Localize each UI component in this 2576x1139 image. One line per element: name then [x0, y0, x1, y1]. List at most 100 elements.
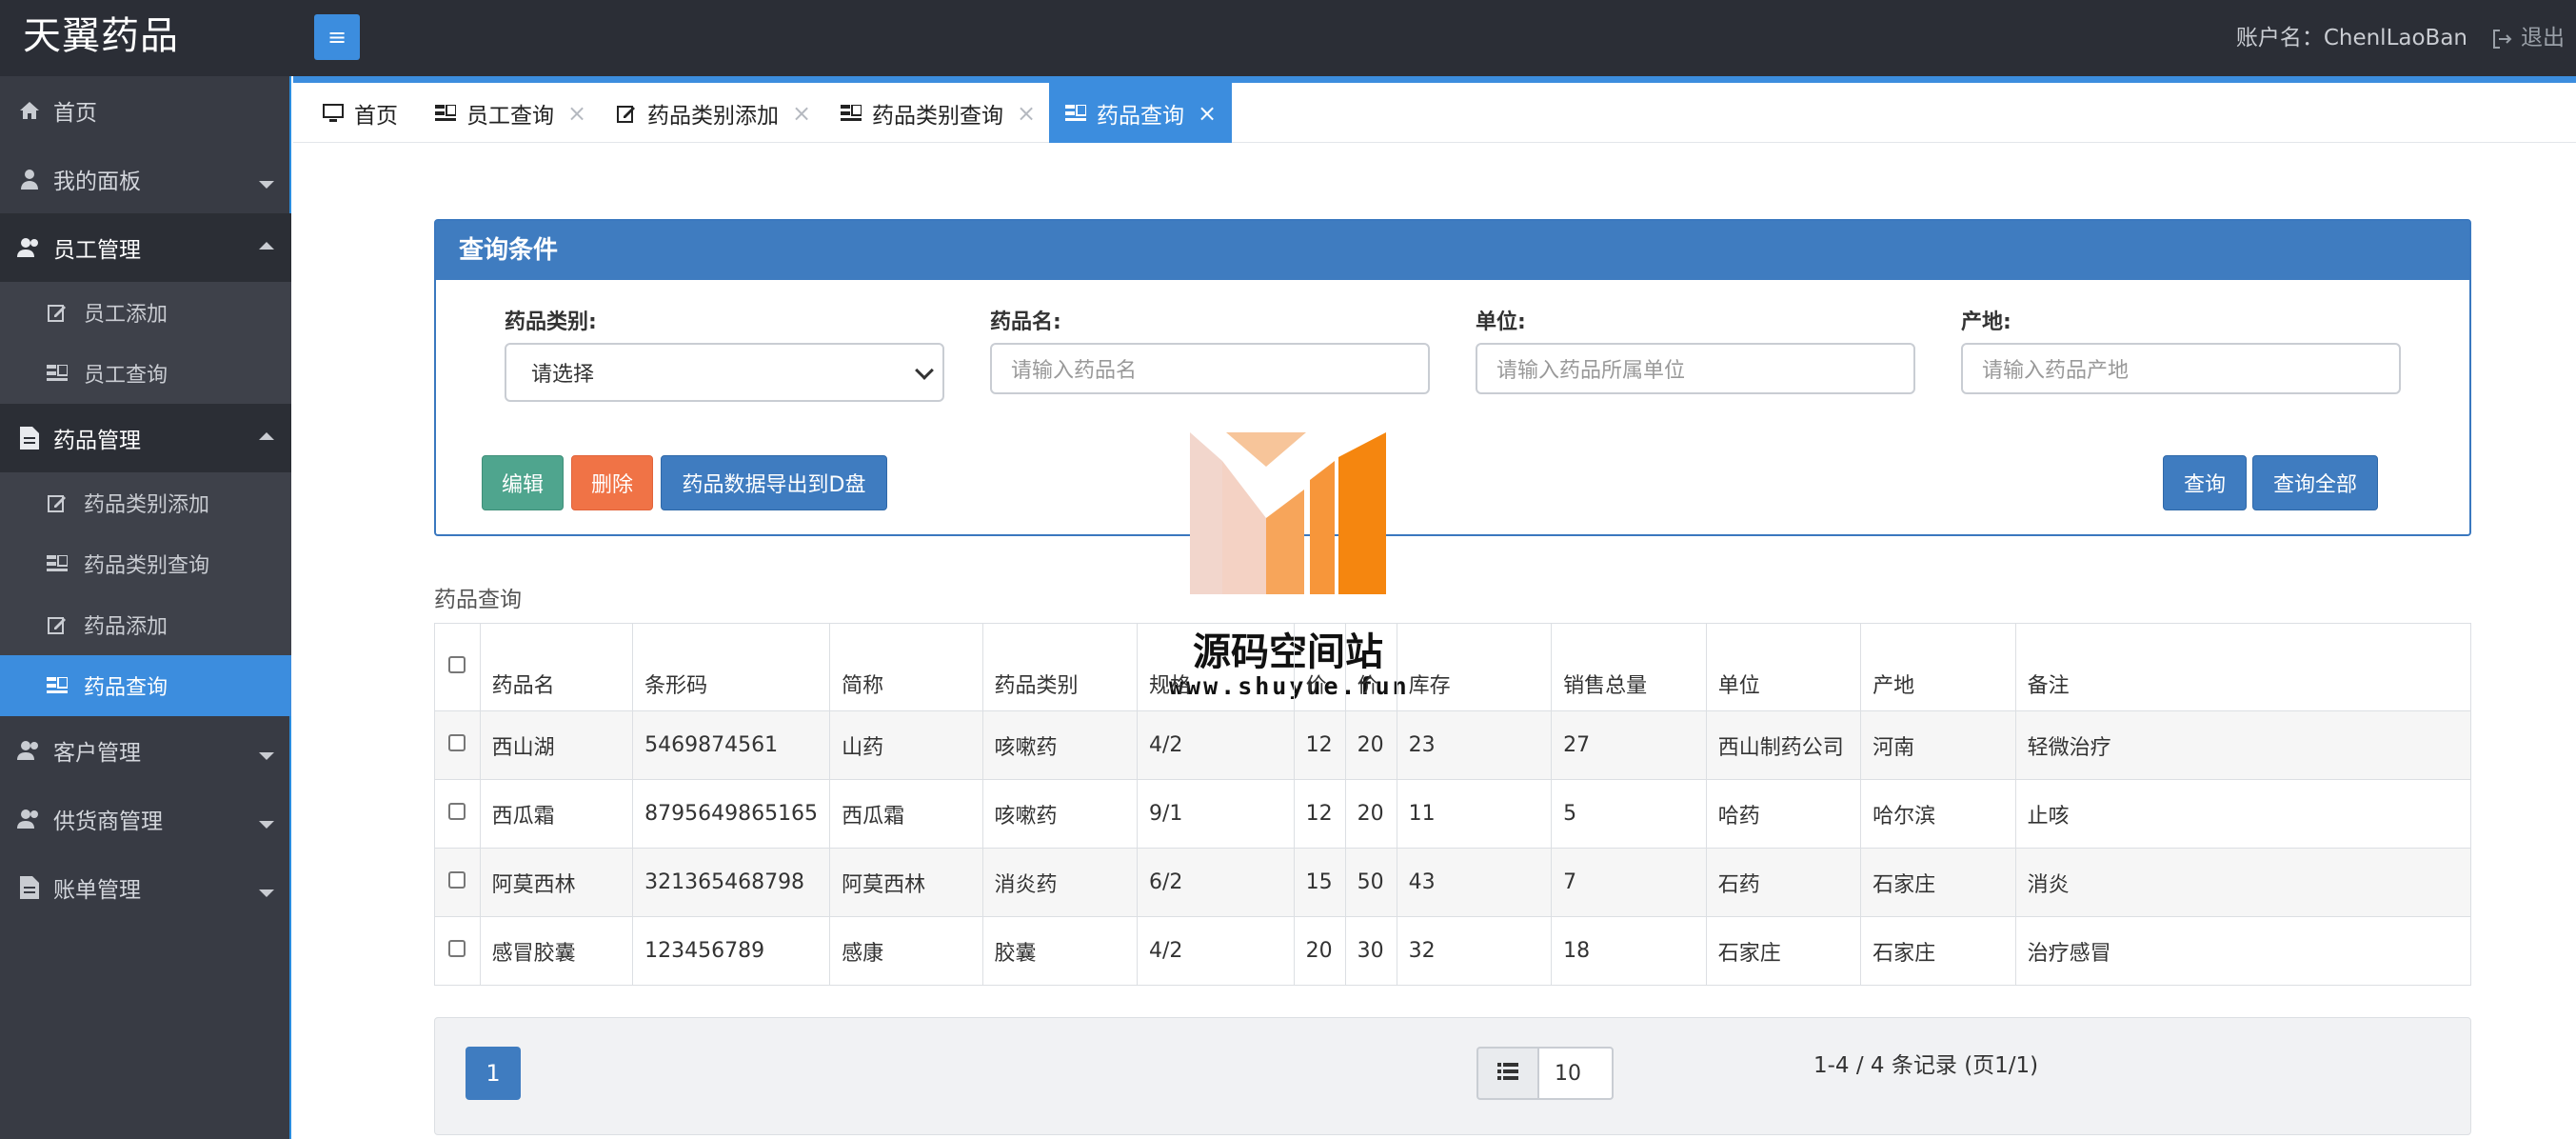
table-cell: 感冒胶囊 — [479, 916, 634, 986]
sidebar-item-label: 首页 — [53, 101, 97, 126]
list-icon — [840, 102, 862, 125]
sidebar-item-my-panel[interactable]: 我的面板 — [0, 145, 291, 213]
row-checkbox[interactable] — [448, 871, 466, 889]
table-cell: 20 — [1344, 710, 1397, 780]
table-cell: 哈药 — [1705, 779, 1862, 849]
drug-category-label: 药品类别: — [505, 310, 597, 334]
table-row[interactable]: 西山湖 5469874561 山药 咳嗽药 4/2 12 20 23 27 西山… — [434, 710, 2472, 780]
list-icon — [1497, 1063, 1518, 1084]
table-cell: 山药 — [829, 710, 983, 780]
close-icon[interactable]: × — [792, 100, 811, 127]
sidebar-item-customer-management[interactable]: 客户管理 — [0, 716, 291, 785]
table-row[interactable]: 西瓜霜 8795649865165 西瓜霜 咳嗽药 9/1 12 20 11 5… — [434, 779, 2472, 849]
row-checkbox-cell — [434, 710, 481, 780]
sidebar-item-label: 药品管理 — [53, 429, 141, 453]
table-cell: 西瓜霜 — [829, 779, 983, 849]
drug-category-selected-value: 请选择 — [531, 363, 595, 387]
sidebar-item-drug-management[interactable]: 药品管理 — [0, 404, 291, 472]
sidebar-item-drug-category-add[interactable]: 药品类别添加 — [0, 472, 291, 533]
table-cell: 4/2 — [1137, 916, 1295, 986]
sidebar-item-staff-management[interactable]: 员工管理 — [0, 213, 291, 282]
table-cell: 咳嗽药 — [981, 779, 1139, 849]
origin-input[interactable]: 请输入药品产地 — [1961, 343, 2401, 394]
table-cell: 4/2 — [1137, 710, 1295, 780]
table-cell: 石家庄 — [1860, 848, 2016, 917]
row-checkbox[interactable] — [448, 803, 466, 820]
document-icon — [17, 875, 42, 900]
table-cell: 治疗感冒 — [2014, 916, 2472, 986]
sidebar-item-label: 药品类别添加 — [84, 493, 210, 517]
chevron-down-icon — [259, 752, 274, 760]
column-header: 简称 — [829, 623, 983, 711]
list-icon — [46, 362, 69, 385]
drug-name-label: 药品名: — [990, 310, 1061, 334]
list-icon — [434, 102, 457, 125]
tab-home[interactable]: 首页 — [322, 83, 398, 143]
select-all-cell — [434, 623, 481, 711]
export-button[interactable]: 药品数据导出到D盘 — [661, 455, 887, 510]
tab-drug-category-query[interactable]: 药品类别查询 × — [840, 83, 1036, 143]
sidebar-item-staff-query[interactable]: 员工查询 — [0, 343, 291, 404]
table-cell: 西瓜霜 — [479, 779, 634, 849]
page-size-input[interactable]: 10 — [1537, 1047, 1614, 1100]
column-header: 销售总量 — [1551, 623, 1707, 711]
table-cell: 8795649865165 — [632, 779, 831, 849]
table-cell: 12 — [1293, 779, 1346, 849]
column-header: 价 — [1293, 623, 1346, 711]
chevron-up-icon — [259, 432, 274, 440]
row-checkbox[interactable] — [448, 734, 466, 751]
drug-name-input[interactable]: 请输入药品名 — [990, 343, 1430, 394]
sidebar-item-drug-add[interactable]: 药品添加 — [0, 594, 291, 655]
table-cell: 18 — [1551, 916, 1707, 986]
column-header: 备注 — [2014, 623, 2472, 711]
tab-bar: 首页 员工查询 × 药品类别添加 × 药品类别查询 × 药品查询 × — [293, 76, 2576, 143]
logout-button[interactable]: 退出 — [2490, 21, 2565, 55]
sidebar-item-label: 员工添加 — [84, 303, 168, 327]
drug-category-select[interactable]: 请选择 — [505, 343, 944, 402]
table-row[interactable]: 阿莫西林 321365468798 阿莫西林 消炎药 6/2 15 50 43 … — [434, 848, 2472, 917]
table-row[interactable]: 感冒胶囊 123456789 感康 胶囊 4/2 20 30 32 18 石家庄… — [434, 916, 2472, 986]
table-cell: 咳嗽药 — [981, 710, 1139, 780]
column-header: 药品名 — [479, 623, 634, 711]
sidebar-item-supplier-management[interactable]: 供货商管理 — [0, 785, 291, 853]
tab-drug-query[interactable]: 药品查询 × — [1049, 83, 1233, 143]
row-checkbox[interactable] — [448, 940, 466, 957]
page-size-button[interactable] — [1476, 1047, 1537, 1100]
table-cell: 石家庄 — [1705, 916, 1862, 986]
unit-input[interactable]: 请输入药品所属单位 — [1476, 343, 1915, 394]
table-cell: 西山湖 — [479, 710, 634, 780]
sidebar-item-staff-add[interactable]: 员工添加 — [0, 282, 291, 343]
table-cell: 哈尔滨 — [1860, 779, 2016, 849]
tab-drug-category-add[interactable]: 药品类别添加 × — [615, 83, 811, 143]
table-cell: 感康 — [829, 916, 983, 986]
sidebar-item-label: 我的面板 — [53, 170, 141, 194]
menu-toggle-button[interactable]: ≡ — [314, 14, 360, 60]
sidebar-item-bill-management[interactable]: 账单管理 — [0, 853, 291, 922]
page-button[interactable]: 1 — [466, 1047, 521, 1100]
sidebar-item-drug-category-query[interactable]: 药品类别查询 — [0, 533, 291, 594]
select-all-checkbox[interactable] — [448, 656, 466, 673]
table-cell: 轻微治疗 — [2014, 710, 2472, 780]
query-all-button[interactable]: 查询全部 — [2252, 455, 2378, 510]
close-icon[interactable]: × — [1017, 100, 1036, 127]
users-icon — [17, 235, 42, 260]
chevron-down-icon — [259, 889, 274, 897]
list-icon — [46, 552, 69, 575]
page-size-group: 10 — [1476, 1047, 1614, 1100]
table-cell: 7 — [1551, 848, 1707, 917]
document-icon — [17, 426, 42, 450]
table-title: 药品查询 — [434, 588, 522, 612]
table-cell: 消炎药 — [981, 848, 1139, 917]
chevron-down-icon — [259, 181, 274, 189]
delete-button[interactable]: 删除 — [571, 455, 653, 510]
sidebar-item-home[interactable]: 首页 — [0, 76, 291, 145]
close-icon[interactable]: × — [567, 100, 586, 127]
sidebar-item-drug-query[interactable]: 药品查询 — [0, 655, 291, 716]
query-button[interactable]: 查询 — [2163, 455, 2247, 510]
tab-staff-query[interactable]: 员工查询 × — [434, 83, 586, 143]
edit-button[interactable]: 编辑 — [482, 455, 564, 510]
table-cell: 32 — [1396, 916, 1553, 986]
table-cell: 阿莫西林 — [479, 848, 634, 917]
close-icon[interactable]: × — [1198, 100, 1217, 127]
column-header: 药品类别 — [981, 623, 1139, 711]
